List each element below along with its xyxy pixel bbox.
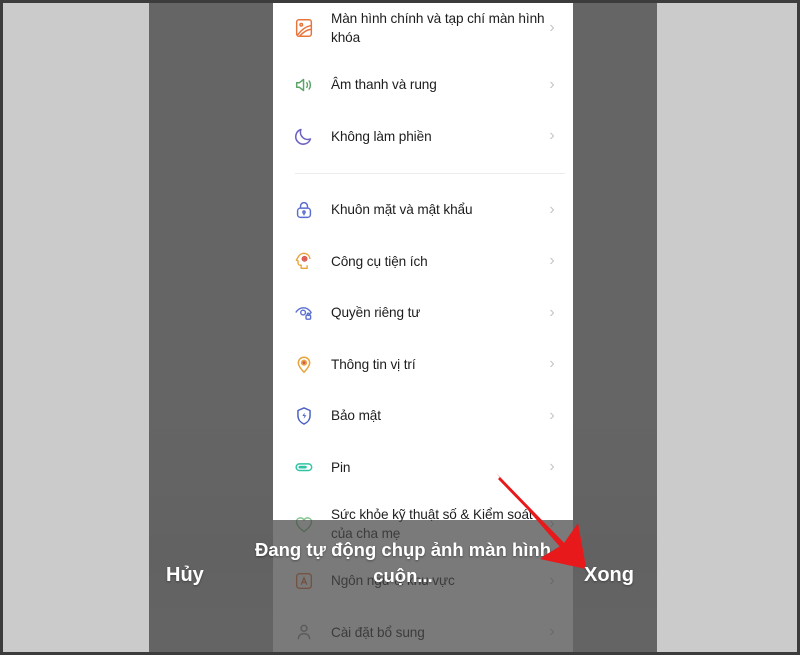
screenshot-root: Màn hình chính và tạp chí màn hình khóa … — [0, 0, 800, 655]
battery-icon — [291, 454, 317, 480]
scroll-capture-bar: Hủy Đang tự động chụp ảnh màn hình cuộn.… — [149, 520, 657, 652]
settings-row-label: Công cụ tiện ích — [331, 253, 428, 269]
settings-row-face-password[interactable]: Khuôn mặt và mật khẩu › — [273, 184, 573, 236]
chevron-right-icon: › — [549, 406, 555, 424]
wallpaper-icon — [291, 15, 317, 41]
settings-row-privacy[interactable]: Quyền riêng tư › — [273, 287, 573, 339]
chevron-right-icon: › — [549, 303, 555, 321]
head-gear-icon — [291, 248, 317, 274]
location-pin-icon — [291, 351, 317, 377]
cancel-button[interactable]: Hủy — [166, 564, 204, 587]
settings-row-label: Pin — [331, 459, 351, 475]
settings-row-label: Thông tin vị trí — [331, 356, 416, 372]
settings-row-label: Không làm phiền — [331, 128, 432, 144]
speaker-icon — [291, 72, 317, 98]
capture-status-text: Đang tự động chụp ảnh màn hình cuộn... — [254, 539, 551, 586]
settings-row-battery[interactable]: Pin › — [273, 442, 573, 494]
lock-icon — [291, 197, 317, 223]
settings-row-label: Quyền riêng tư — [331, 305, 421, 321]
divider-line — [295, 172, 565, 174]
chevron-right-icon: › — [549, 19, 555, 36]
chevron-right-icon: › — [549, 127, 555, 145]
chevron-right-icon: › — [549, 252, 555, 270]
chevron-right-icon: › — [549, 200, 555, 218]
chevron-right-icon: › — [549, 355, 555, 373]
settings-row-sound[interactable]: Âm thanh và rung › — [273, 59, 573, 111]
chevron-right-icon: › — [549, 458, 555, 476]
section-divider — [273, 162, 573, 184]
settings-row-label: Màn hình chính và tạp chí màn hình khóa — [331, 10, 545, 45]
chevron-right-icon: › — [549, 75, 555, 93]
settings-row-location[interactable]: Thông tin vị trí › — [273, 339, 573, 391]
privacy-eye-icon — [291, 300, 317, 326]
settings-row-wallpaper[interactable]: Màn hình chính và tạp chí màn hình khóa … — [273, 3, 573, 59]
done-button[interactable]: Xong — [584, 564, 634, 587]
settings-row-label: Khuôn mặt và mật khẩu — [331, 202, 473, 218]
settings-row-utilities[interactable]: Công cụ tiện ích › — [273, 236, 573, 288]
settings-row-label: Âm thanh và rung — [331, 77, 437, 93]
shield-icon — [291, 403, 317, 429]
settings-row-security[interactable]: Bảo mật › — [273, 390, 573, 442]
settings-row-label: Bảo mật — [331, 408, 381, 424]
settings-row-do-not-disturb[interactable]: Không làm phiền › — [273, 111, 573, 163]
moon-icon — [291, 123, 317, 149]
